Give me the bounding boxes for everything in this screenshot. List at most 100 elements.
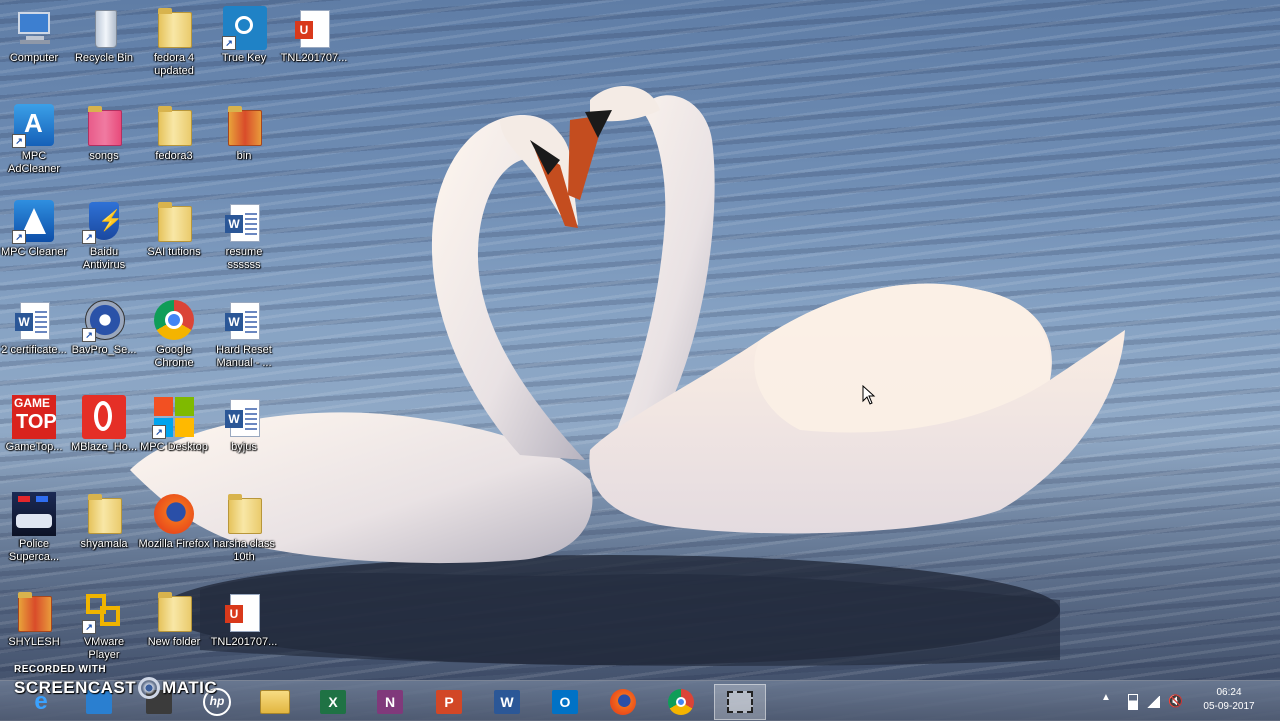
desktop-icon-mblaze[interactable]: MBlaze_Ho... xyxy=(70,395,138,454)
desktop-icon-label: MPC AdCleaner xyxy=(8,150,60,175)
vmware-icon: ↗ xyxy=(82,590,126,634)
desktop-icon-label: Baidu Antivirus xyxy=(82,246,126,271)
outlook-icon: O xyxy=(552,690,578,714)
desktop-icon-bavpro[interactable]: ↗ BavPro_Se... xyxy=(70,298,138,357)
desktop-icon-baidu-antivirus[interactable]: ⚡ ↗ Baidu Antivirus xyxy=(70,200,138,272)
volume-muted-icon[interactable]: 🔇 xyxy=(1168,694,1184,710)
word-icon: W xyxy=(494,690,520,714)
folder-icon xyxy=(82,104,126,148)
chrome-icon xyxy=(152,298,196,342)
mpc-adcleaner-icon: A ↗ xyxy=(12,104,56,148)
folder-icon xyxy=(12,590,56,634)
desktop-icon-fedora3[interactable]: fedora3 xyxy=(140,104,208,163)
desktop-icon-label: TNL201707... xyxy=(210,636,278,648)
baidu-antivirus-icon: ⚡ ↗ xyxy=(82,200,126,244)
folder-icon xyxy=(152,200,196,244)
desktop-icon-sai-tutions[interactable]: SAI tutions xyxy=(140,200,208,259)
desktop-icon-label: True Key xyxy=(221,52,267,64)
taskbar-onenote[interactable]: N xyxy=(367,684,413,720)
desktop-icon-shylesh[interactable]: SHYLESH xyxy=(0,590,68,649)
desktop-icon-label: fedora 4 updated xyxy=(153,52,195,77)
desktop-icon-label: GameTop... xyxy=(5,441,63,453)
desktop-icon-gametop[interactable]: GAME TOP GameTop... xyxy=(0,395,68,454)
desktop-icon-label: Recycle Bin xyxy=(74,52,134,64)
folder-icon xyxy=(152,590,196,634)
desktop-icon-label: MBlaze_Ho... xyxy=(70,441,138,453)
desktop-icon-label: fedora3 xyxy=(155,150,193,162)
desktop-icon-police-supercar[interactable]: Police Superca... xyxy=(0,492,68,564)
word-document-icon: W xyxy=(222,395,266,439)
mpc-cleaner-icon: ↗ xyxy=(12,200,56,244)
chrome-icon xyxy=(668,689,694,715)
desktop-icon-resume[interactable]: W resume ssssss xyxy=(210,200,278,272)
word-document-icon: W xyxy=(222,298,266,342)
mpc-desktop-icon: ↗ xyxy=(152,395,196,439)
desktop-icon-google-chrome[interactable]: Google Chrome xyxy=(140,298,208,370)
desktop-icon-new-folder[interactable]: New folder xyxy=(140,590,208,649)
snipping-tool-icon xyxy=(727,691,753,713)
folder-icon xyxy=(222,492,266,536)
desktop-icon-songs[interactable]: songs xyxy=(70,104,138,163)
taskbar-chrome[interactable] xyxy=(658,684,704,720)
firefox-icon xyxy=(610,689,636,715)
taskbar-excel[interactable]: X xyxy=(310,684,356,720)
onenote-icon: N xyxy=(377,690,403,714)
desktop-icon-true-key[interactable]: ↗ True Key xyxy=(210,6,278,65)
desktop-icon-label: Police Superca... xyxy=(8,538,60,563)
gametop-icon: GAME TOP xyxy=(12,395,57,439)
police-game-icon xyxy=(12,492,56,536)
desktop-icon-label: MPC Desktop xyxy=(140,441,208,453)
desktop-icon-mpc-cleaner[interactable]: ↗ MPC Cleaner xyxy=(0,200,68,259)
desktop-icon-mpc-desktop[interactable]: ↗ MPC Desktop xyxy=(140,395,208,454)
powerpoint-icon: P xyxy=(436,690,462,714)
clock-date: 05-09-2017 xyxy=(1203,701,1255,712)
clock-time: 06:24 xyxy=(1216,687,1242,698)
desktop-icon-label: bin xyxy=(236,150,252,162)
desktop-icon-byjus[interactable]: W byjus xyxy=(210,395,278,454)
brand-left-text: SCREENCAST xyxy=(14,678,137,697)
word-document-icon: W xyxy=(222,200,266,244)
taskbar-word[interactable]: W xyxy=(484,684,530,720)
desktop-icon-label: 2 certificate... xyxy=(1,344,67,356)
desktop-icon-recycle-bin[interactable]: Recycle Bin xyxy=(70,6,138,65)
brand-right-text: MATIC xyxy=(162,678,218,697)
excel-icon: X xyxy=(320,690,346,714)
network-signal-icon[interactable] xyxy=(1146,696,1160,708)
desktop-icon-computer[interactable]: Computer xyxy=(0,6,68,65)
recycle-bin-icon xyxy=(82,6,126,50)
taskbar-file-explorer[interactable] xyxy=(252,684,298,720)
battery-icon[interactable] xyxy=(1128,694,1138,710)
word-document-icon: W xyxy=(12,298,56,342)
desktop-icon-bin[interactable]: bin xyxy=(210,104,278,163)
bavpro-icon: ↗ xyxy=(82,298,126,342)
desktop-icon-shyamala[interactable]: shyamala xyxy=(70,492,138,551)
recorded-with-text: RECORDED WITH xyxy=(14,664,107,675)
taskbar-outlook[interactable]: O xyxy=(542,684,588,720)
desktop-icon-label: MPC Cleaner xyxy=(0,246,68,258)
desktop-icon-label: shyamala xyxy=(80,538,128,550)
desktop-icon-hard-reset-manual[interactable]: W Hard Reset Manual - ... xyxy=(210,298,278,370)
desktop-icon-label: New folder xyxy=(147,636,201,648)
desktop-icon-mpc-adcleaner[interactable]: A ↗ MPC AdCleaner xyxy=(0,104,68,176)
desktop-icon-label: SAI tutions xyxy=(147,246,201,258)
folder-icon xyxy=(152,104,196,148)
desktop-icon-tnl-pdf-1[interactable]: U TNL201707... xyxy=(280,6,348,65)
desktop-icon-tnl-pdf-2[interactable]: U TNL201707... xyxy=(210,590,278,649)
system-clock[interactable]: 06:24 05-09-2017 xyxy=(1196,686,1262,714)
screencast-brand: SCREENCAST MATIC xyxy=(14,677,217,699)
pdf-document-icon: U xyxy=(292,6,336,50)
desktop-icon-vmware-player[interactable]: ↗ VMware Player xyxy=(70,590,138,662)
mblaze-icon xyxy=(82,395,126,439)
desktop-icon-label: SHYLESH xyxy=(8,636,60,648)
file-explorer-icon xyxy=(260,690,290,714)
desktop-icon-fedora-4-updated[interactable]: fedora 4 updated xyxy=(140,6,208,78)
computer-icon xyxy=(12,6,56,50)
taskbar-powerpoint[interactable]: P xyxy=(426,684,472,720)
desktop-icon-mozilla-firefox[interactable]: Mozilla Firefox xyxy=(139,492,209,551)
show-hidden-icons-chevron-up-icon[interactable]: ▲ xyxy=(1100,692,1112,708)
taskbar-snipping-tool[interactable] xyxy=(714,684,766,720)
desktop-icon-2-certificate[interactable]: W 2 certificate... xyxy=(0,298,68,357)
taskbar-firefox[interactable] xyxy=(600,684,646,720)
desktop-icon-harsha-class-10th[interactable]: harsha class 10th xyxy=(210,492,278,564)
folder-icon xyxy=(82,492,126,536)
